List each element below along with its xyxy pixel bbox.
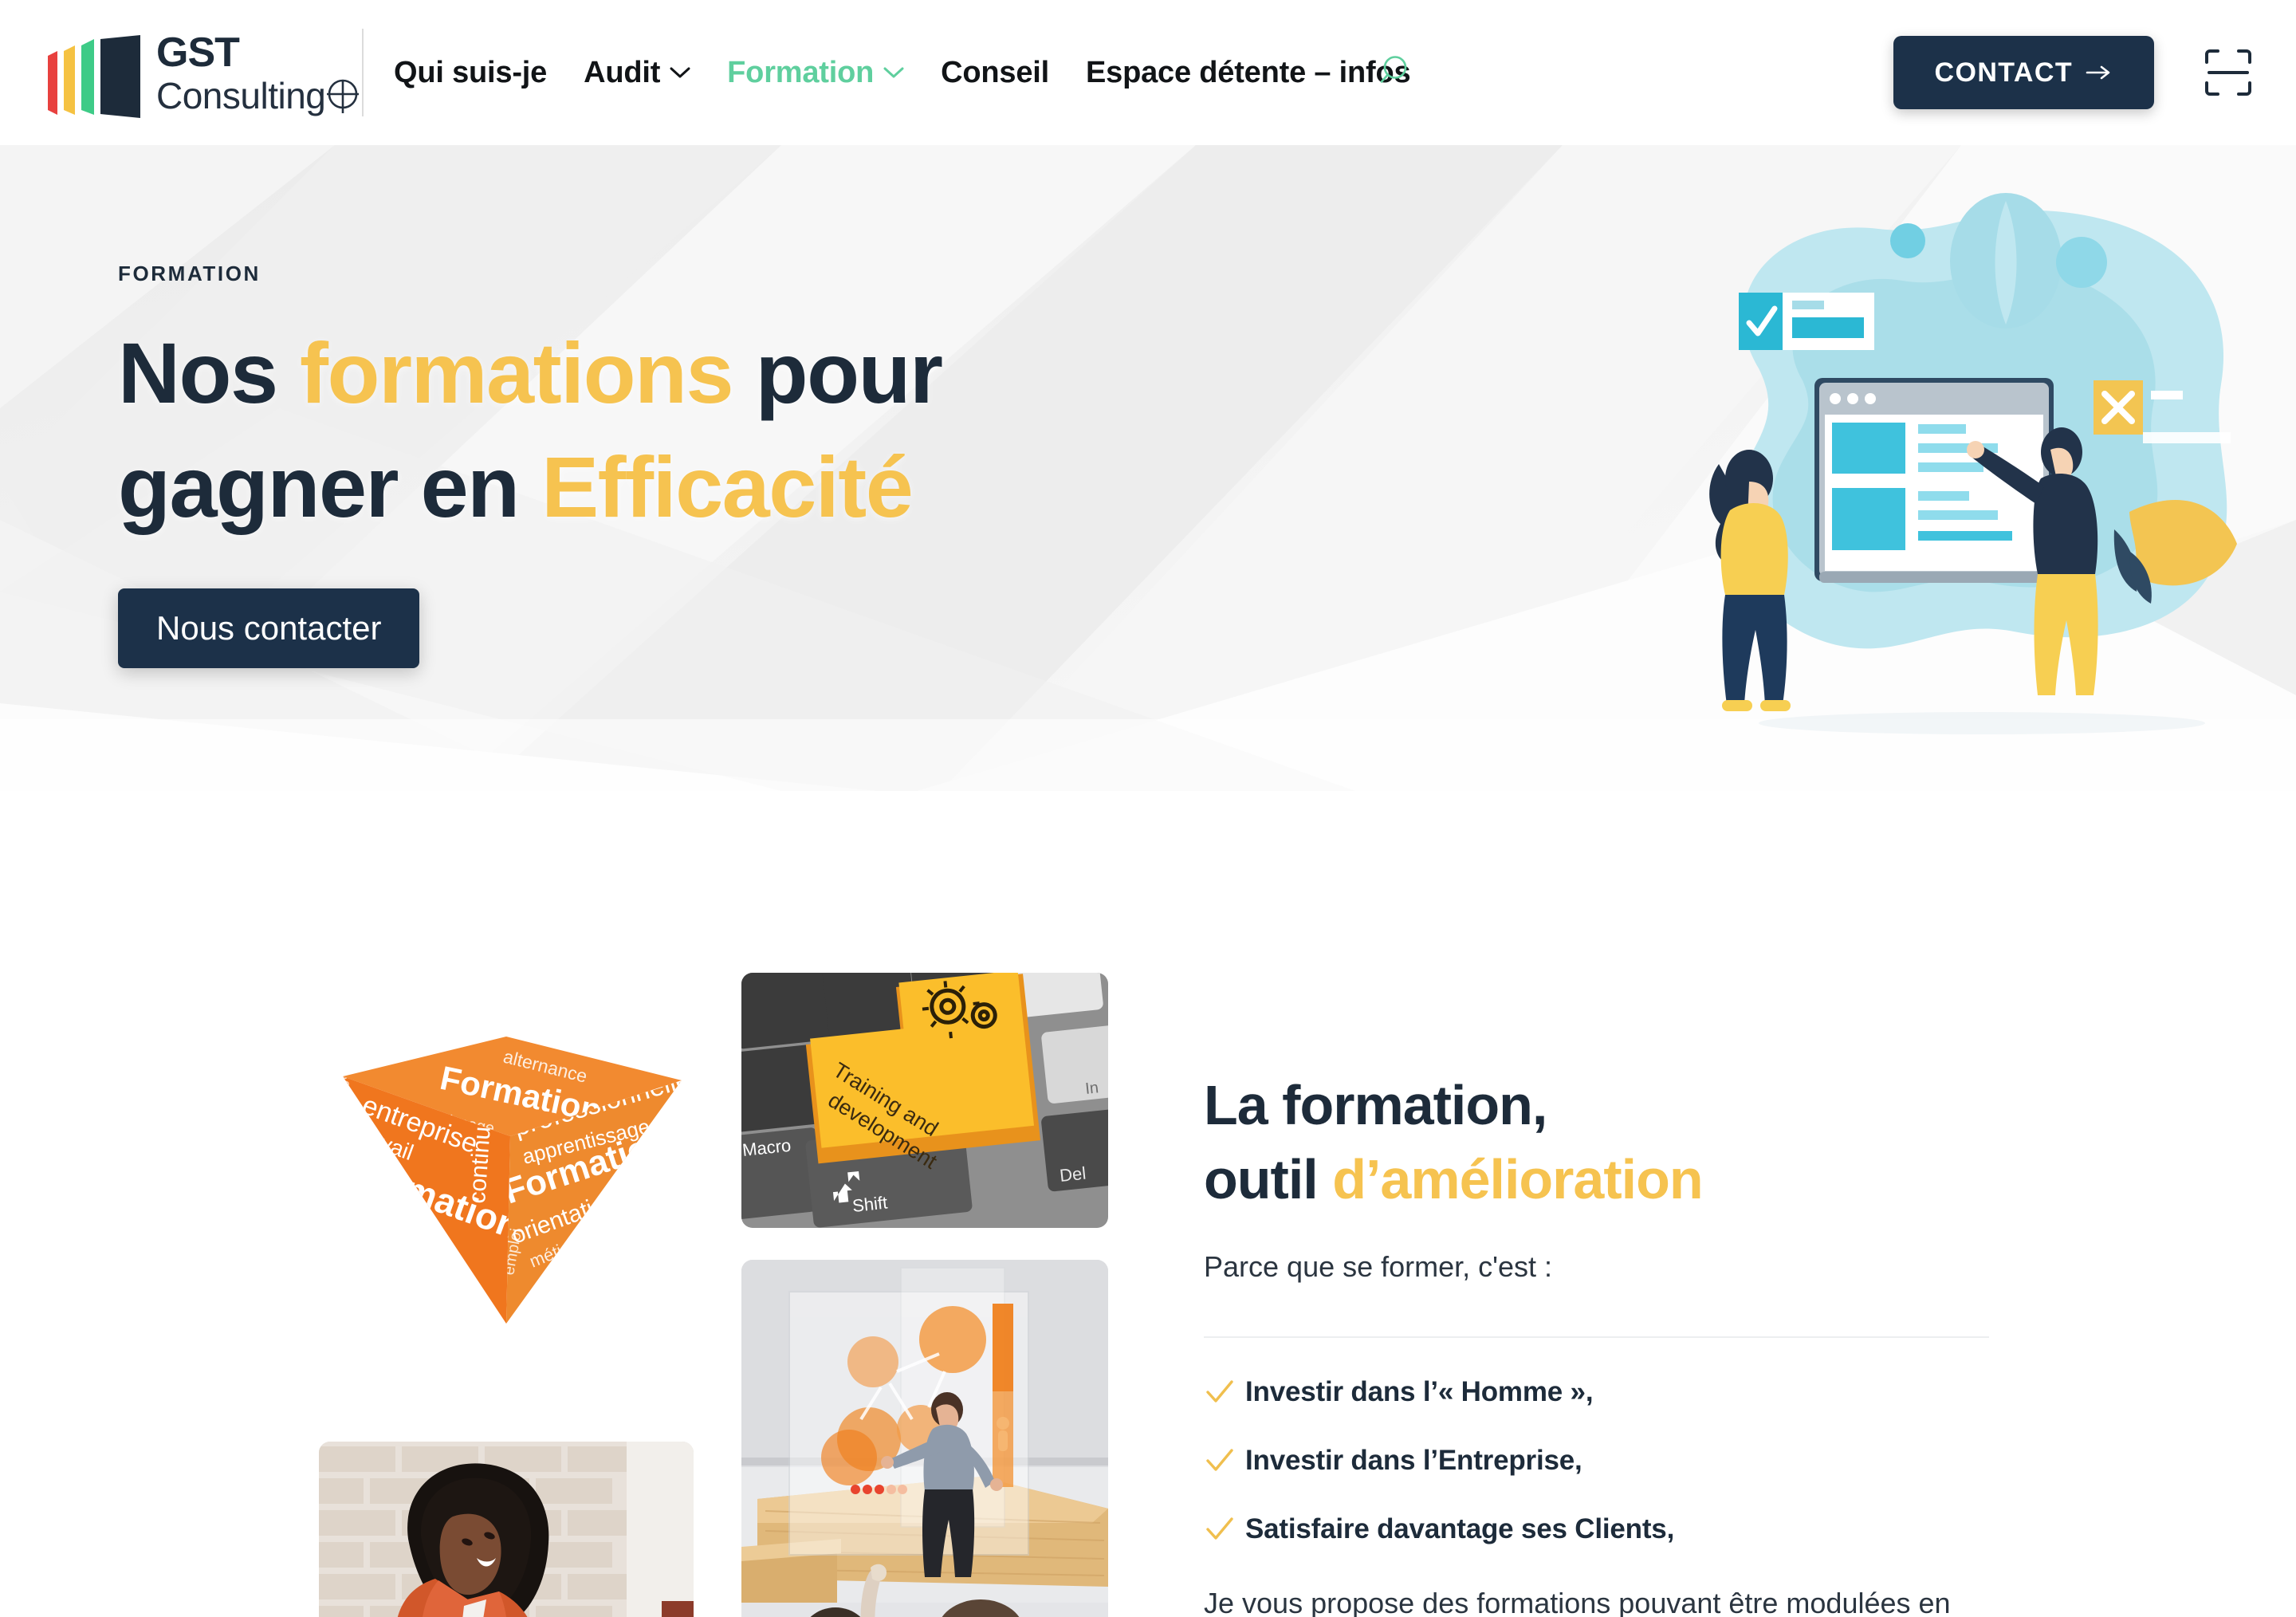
list-item-label: Investir dans l’Entreprise,	[1245, 1445, 1582, 1477]
logo-bars-icon	[48, 35, 140, 118]
svg-text:In: In	[1084, 1079, 1099, 1098]
nav-label: Conseil	[941, 55, 1050, 89]
section-title-part: outil	[1204, 1148, 1333, 1211]
hero-title-part: gagner en	[118, 438, 542, 535]
nav-item-espace-detente[interactable]: Espace détente – infos	[1086, 55, 1411, 90]
hero-title-highlight: formations	[300, 325, 734, 421]
list-item: Investir dans l’Entreprise,	[1204, 1445, 2001, 1477]
woman-laptop-image	[319, 1442, 694, 1617]
nav-label: Qui suis-je	[394, 55, 548, 89]
section-title-highlight: d’amélioration	[1332, 1148, 1703, 1211]
hero-cta-label: Nous contacter	[156, 609, 382, 647]
hero-content: FORMATION Nos formations pour gagner en …	[118, 262, 943, 669]
hero-title-part: Nos	[118, 325, 301, 421]
nav-item-formation[interactable]: Formation	[727, 56, 904, 90]
list-item: Satisfaire davantage ses Clients,	[1204, 1513, 2001, 1545]
chevron-down-icon	[670, 66, 690, 79]
globe-target-icon	[322, 75, 364, 116]
hero-title-highlight: Efficacité	[541, 438, 914, 535]
keyboard-training-key-image: Training and development Macro Shift Del…	[741, 973, 1108, 1228]
arrow-right-icon	[2086, 63, 2113, 82]
nav-label: Espace détente – infos	[1086, 55, 1411, 89]
training-presentation-illustration	[1709, 193, 2237, 734]
svg-text:diplôme: diplôme	[364, 1233, 434, 1280]
svg-text:Shift: Shift	[851, 1193, 888, 1216]
logo[interactable]: GST Consulting	[46, 21, 360, 124]
hero-title-part: pour	[733, 325, 943, 421]
hero-title: Nos formations pour gagner en Efficacité	[118, 317, 943, 545]
header-actions: CONTACT	[1893, 36, 2253, 109]
site-header: GST Consulting Qui suis-je Audit Formati…	[0, 0, 2296, 145]
section-title-line-2: outil d’amélioration	[1204, 1143, 2001, 1217]
nav-item-audit[interactable]: Audit	[584, 56, 690, 90]
logo-consulting-label: Consulting	[156, 74, 326, 116]
svg-text:Del: Del	[1059, 1163, 1087, 1186]
hero-title-line-2: gagner en Efficacité	[118, 431, 942, 545]
list-item: Investir dans l’« Homme »,	[1204, 1376, 2001, 1408]
logo-gst-text: GST	[156, 30, 240, 76]
nav-item-conseil[interactable]: Conseil	[941, 56, 1049, 90]
check-icon	[1204, 1376, 1245, 1408]
contact-button[interactable]: CONTACT	[1893, 36, 2154, 109]
section-title-line-1: La formation,	[1204, 1074, 1547, 1136]
section-lead-text: Parce que se former, c'est :	[1204, 1250, 1553, 1284]
contact-button-label: CONTACT	[1934, 57, 2073, 88]
list-item-label: Investir dans l’« Homme »,	[1245, 1376, 1594, 1408]
formation-pyramid-image: Formation alternance apprentissage entre…	[343, 1037, 682, 1324]
logo-consulting-text: Consulting	[156, 75, 364, 116]
divider	[1204, 1336, 1989, 1339]
scan-icon[interactable]	[2204, 48, 2253, 97]
page-root: GST Consulting Qui suis-je Audit Formati…	[0, 0, 2296, 1617]
main-navigation: Qui suis-je Audit Formation Conseil Espa…	[394, 55, 1411, 90]
hero-eyebrow: FORMATION	[118, 262, 261, 285]
section-tail-text: Je vous propose des formations pouvant ê…	[1204, 1587, 1951, 1617]
logo-wordmark: GST Consulting	[156, 32, 364, 116]
hero-cta-button[interactable]: Nous contacter	[118, 588, 420, 669]
presentation-stage-image	[741, 1260, 1108, 1617]
logo-mark: GST Consulting	[46, 21, 360, 124]
hero-section: FORMATION Nos formations pour gagner en …	[0, 145, 2296, 791]
list-item-label: Satisfaire davantage ses Clients,	[1245, 1513, 1675, 1545]
check-icon	[1204, 1445, 1245, 1477]
nav-label: Audit	[584, 55, 661, 89]
search-icon[interactable]	[1378, 53, 1415, 93]
hero-title-line-1: Nos formations pour	[118, 317, 943, 431]
chevron-down-icon	[883, 66, 904, 79]
formation-text-block: La formation, outil d’amélioration Parce…	[1204, 1068, 2001, 1617]
check-icon	[1204, 1513, 1245, 1545]
section-title: La formation, outil d’amélioration	[1204, 1068, 2001, 1217]
benefits-list: Investir dans l’« Homme », Investir dans…	[1204, 1376, 2001, 1545]
nav-item-qui-suis-je[interactable]: Qui suis-je	[394, 56, 547, 90]
nav-label: Formation	[727, 55, 875, 89]
